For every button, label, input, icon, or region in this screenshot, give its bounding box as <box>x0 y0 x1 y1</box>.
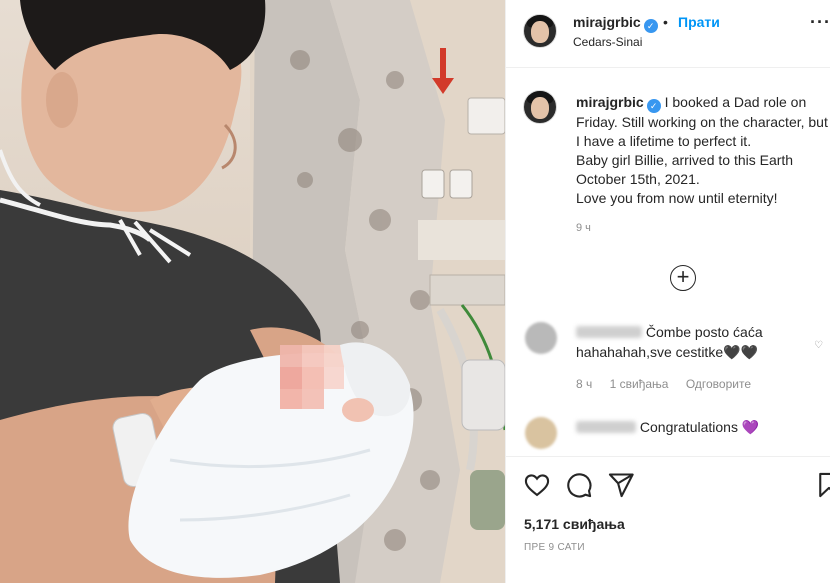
post-side-panel: mirajgrbic ✓ • Прати Cedars-Sinai ··· mir… <box>505 0 830 583</box>
comment-text-line-2: hahahahah,sve cestitke🖤🖤 <box>576 344 758 360</box>
comment-meta: 8 ч 1 свиђања Одговорите <box>576 377 765 391</box>
commenter-avatar[interactable] <box>525 417 557 449</box>
verified-badge-icon: ✓ <box>646 99 661 113</box>
verified-badge-icon: ✓ <box>643 19 658 33</box>
plus-circle-icon[interactable]: + <box>670 265 696 291</box>
ellipsis-icon[interactable]: ··· <box>810 12 830 33</box>
purple-heart-emoji: 💜 <box>741 419 760 435</box>
follow-button[interactable]: Прати <box>678 14 720 30</box>
caption-line-1: I booked a Dad role on <box>660 94 807 110</box>
commenter-username-blurred[interactable] <box>576 421 636 433</box>
post-photo[interactable] <box>0 0 505 583</box>
comment-body: Congratulations 💜 <box>576 417 826 437</box>
caption-line-3: I have a lifetime to perfect it. <box>576 133 752 149</box>
bookmark-icon[interactable] <box>815 471 830 499</box>
comment-body: Čombe posto ćaća hahahahah,sve cestitke🖤… <box>576 322 826 362</box>
post-header: mirajgrbic ✓ • Прати Cedars-Sinai ··· <box>506 0 830 68</box>
comment-bubble-icon[interactable] <box>565 471 593 499</box>
post-actions: 5,171 свиђања ПРЕ 9 САТИ <box>506 456 830 583</box>
location-link[interactable]: Cedars-Sinai <box>573 35 642 49</box>
author-username[interactable]: mirajgrbic ✓ <box>573 14 658 33</box>
caption-timestamp[interactable]: 9 ч <box>576 222 591 234</box>
caption-avatar[interactable] <box>523 90 557 124</box>
post-age[interactable]: ПРЕ 9 САТИ <box>524 542 585 553</box>
paper-plane-icon[interactable] <box>607 471 635 499</box>
comment-likes[interactable]: 1 свиђања <box>610 377 669 391</box>
separator-dot: • <box>663 14 668 30</box>
comment-time[interactable]: 8 ч <box>576 377 592 391</box>
photo-illustration <box>0 0 505 583</box>
commenter-username-blurred[interactable] <box>576 326 642 338</box>
comment-text: Congratulations <box>639 419 738 435</box>
caption-line-6: Love you from now until eternity! <box>576 190 778 206</box>
author-avatar[interactable] <box>523 14 557 48</box>
likes-count[interactable]: 5,171 свиђања <box>524 516 625 532</box>
caption-line-5: October 15th, 2021. <box>576 171 700 187</box>
heart-outline-icon[interactable] <box>523 471 551 499</box>
caption-username[interactable]: mirajgrbic ✓ <box>576 94 661 113</box>
comment-like-icon[interactable]: ♡ <box>814 340 823 351</box>
caption-line-4: Baby girl Billie, arrived to this Earth <box>576 152 794 168</box>
commenter-avatar[interactable] <box>525 322 557 354</box>
caption-line-2: Friday. Still working on the character, … <box>576 114 828 130</box>
caption-text: mirajgrbic ✓ I booked a Dad role on Frida… <box>576 93 830 208</box>
comment-text: Čombe posto ćaća <box>645 324 763 340</box>
reply-button[interactable]: Одговорите <box>686 377 751 391</box>
